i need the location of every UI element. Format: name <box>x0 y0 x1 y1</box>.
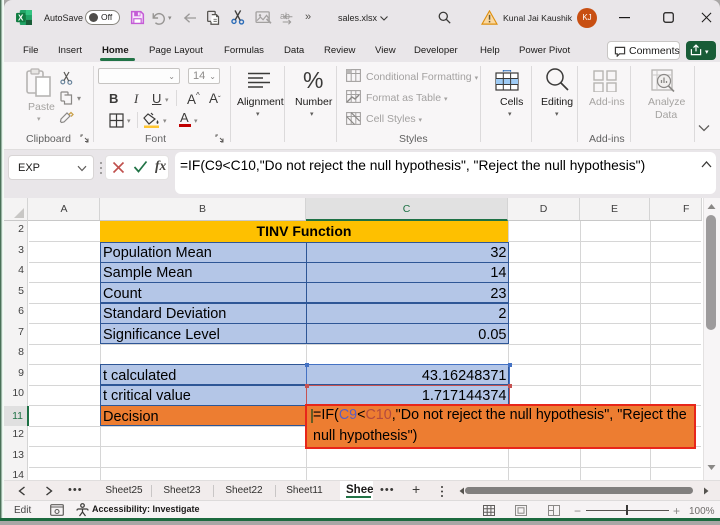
svg-text:X: X <box>18 13 24 22</box>
